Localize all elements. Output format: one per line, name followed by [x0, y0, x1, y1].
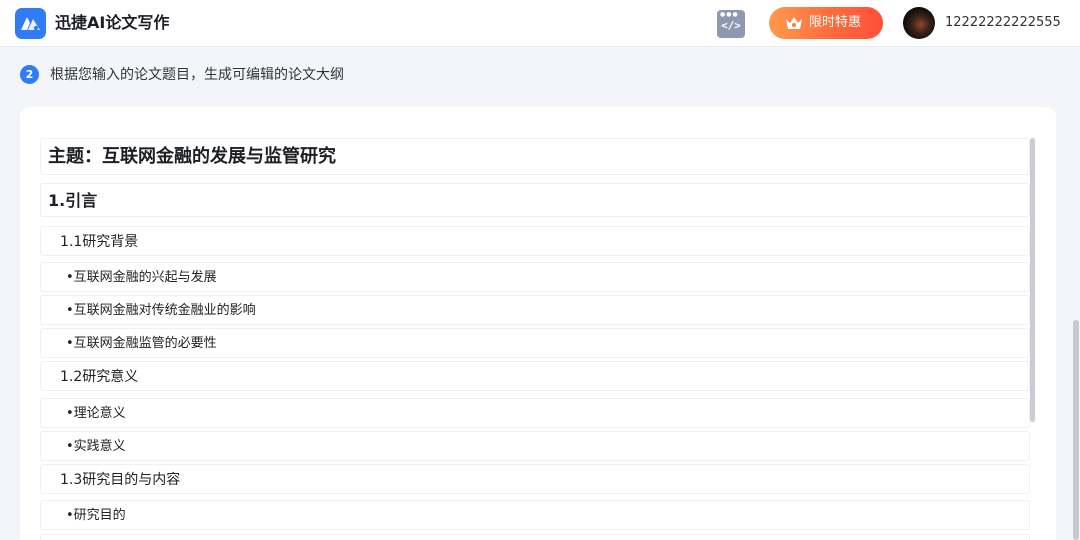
step-description: 根据您输入的论文题目，生成可编辑的论文大纲	[50, 67, 344, 83]
top-header: 迅捷AI论文写作 ●●● </> 限时特惠 12222222222555	[0, 0, 1080, 47]
outline-bullet-row[interactable]: •实践意义	[40, 431, 1030, 461]
outline-bullet: •理论意义	[66, 406, 126, 421]
app-logo-icon[interactable]	[15, 8, 46, 39]
username[interactable]: 12222222222555	[945, 14, 1061, 32]
step-number-badge: 2	[20, 65, 39, 84]
outline-bullet: •研究目的	[66, 508, 126, 523]
outline-bullet-row[interactable]: •互联网金融的兴起与发展	[40, 262, 1030, 292]
outline-bullet-row[interactable]: •互联网金融监管的必要性	[40, 328, 1030, 358]
outline-subheading: 1.2研究意义	[60, 369, 139, 385]
outline-title-row[interactable]: 主题：互联网金融的发展与监管研究	[40, 138, 1030, 175]
page-scrollbar[interactable]	[1073, 320, 1079, 540]
code-window-icon[interactable]: ●●● </>	[717, 10, 745, 38]
outline-heading-row[interactable]: 1.引言	[40, 183, 1030, 217]
outline-subheading-row[interactable]: 1.1研究背景	[40, 226, 1030, 256]
outline-subheading-row[interactable]: 1.3研究目的与内容	[40, 464, 1030, 494]
outline-bullet: •互联网金融监管的必要性	[66, 336, 217, 351]
limited-offer-label: 限时特惠	[809, 15, 862, 30]
crown-icon	[786, 17, 802, 29]
outline-subheading-row[interactable]: 1.2研究意义	[40, 361, 1030, 391]
user-avatar[interactable]	[903, 7, 935, 39]
window-dots: ●●●	[720, 11, 739, 18]
outline-bullet-row[interactable]: •互联网金融对传统金融业的影响	[40, 295, 1030, 325]
code-glyph: </>	[721, 19, 741, 32]
outline-bullet-row-partial[interactable]	[40, 534, 1030, 540]
outline-bullet-row[interactable]: •理论意义	[40, 398, 1030, 428]
limited-offer-button[interactable]: 限时特惠	[769, 7, 883, 39]
outline-scrollbar[interactable]	[1030, 138, 1035, 422]
app-title[interactable]: 迅捷AI论文写作	[55, 12, 169, 34]
outline-title: 主题：互联网金融的发展与监管研究	[48, 146, 336, 167]
outline-bullet: •互联网金融对传统金融业的影响	[66, 303, 256, 318]
outline-bullet: •互联网金融的兴起与发展	[66, 270, 217, 285]
outline-subheading: 1.3研究目的与内容	[60, 472, 181, 488]
outline-bullet: •实践意义	[66, 439, 126, 454]
outline-bullet-row[interactable]: •研究目的	[40, 500, 1030, 530]
outline-subheading: 1.1研究背景	[60, 234, 139, 250]
outline-heading: 1.引言	[48, 191, 98, 210]
